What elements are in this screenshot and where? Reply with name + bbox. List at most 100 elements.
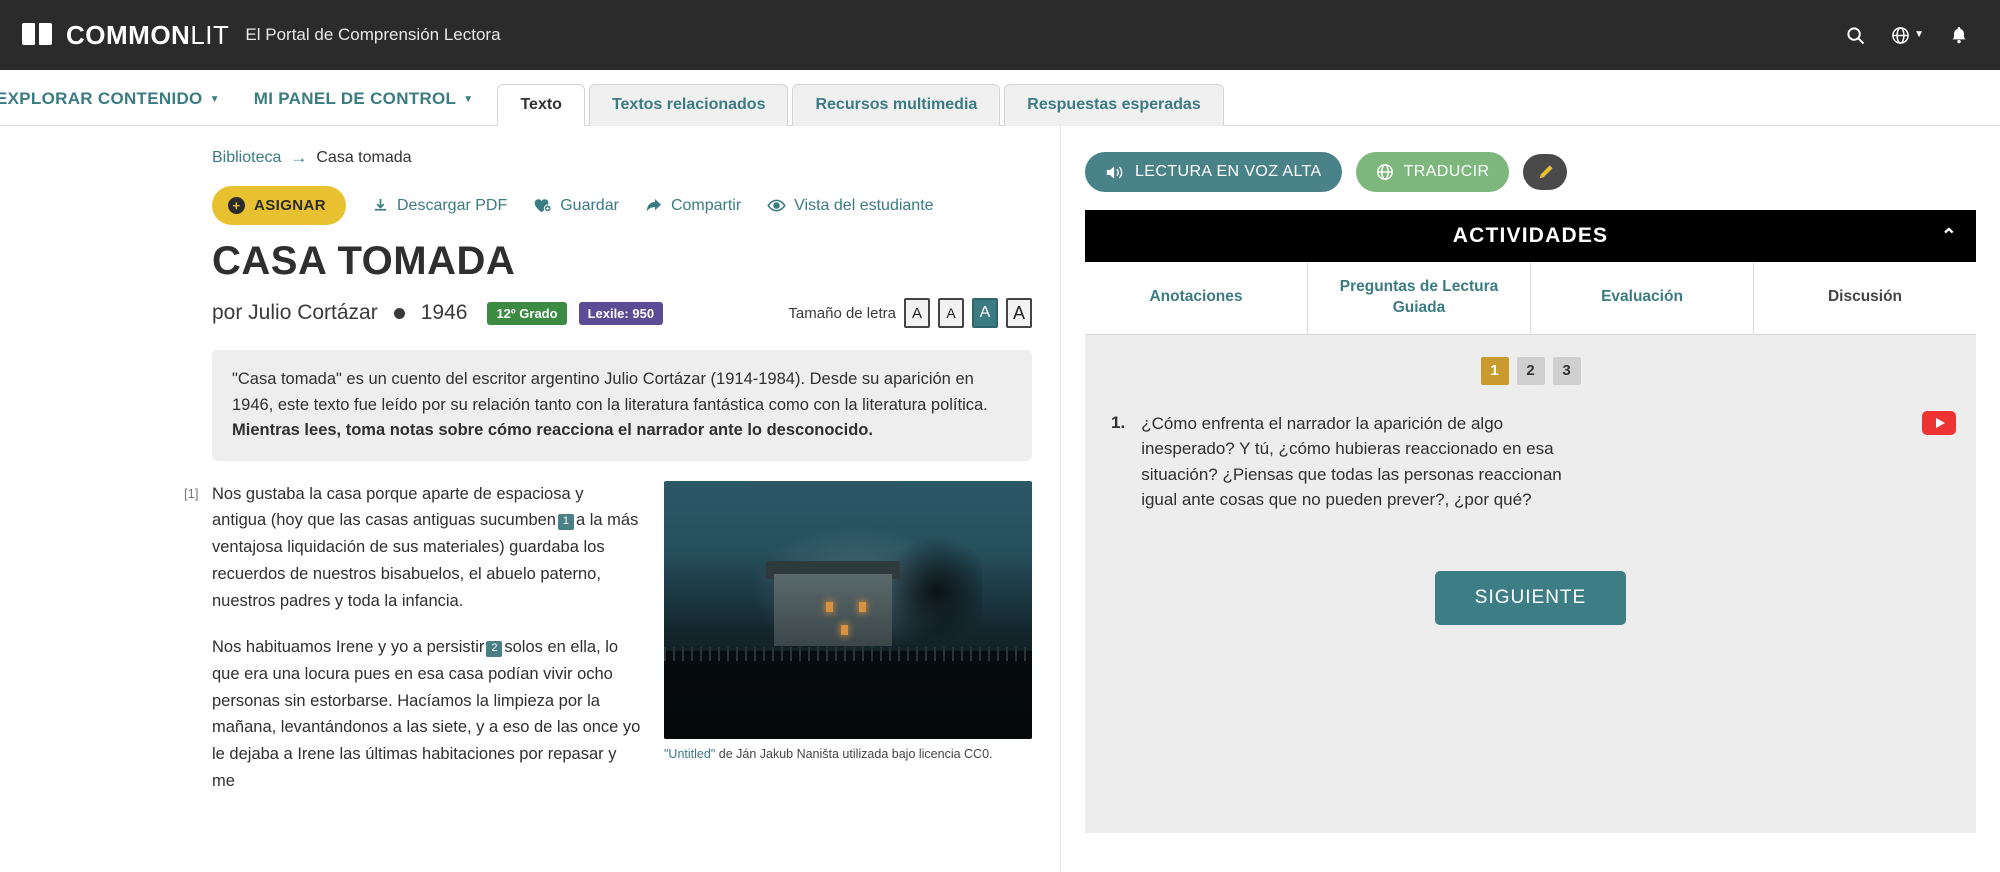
header-actions: ▼: [1846, 25, 1978, 45]
tab-evaluacion[interactable]: Evaluación: [1531, 262, 1754, 334]
read-aloud-button[interactable]: LECTURA EN VOZ ALTA: [1085, 152, 1342, 192]
student-view-label: Vista del estudiante: [794, 196, 934, 214]
assign-button[interactable]: + ASIGNAR: [212, 186, 346, 225]
font-size-l-button[interactable]: A: [1006, 298, 1032, 328]
annotation-marker-2[interactable]: 2: [486, 641, 503, 658]
article-meta: por Julio Cortázar 1946 12º Grado Lexile…: [212, 298, 1032, 328]
logo-text: COMMONLIT: [66, 20, 229, 51]
grade-badge: 12º Grado: [487, 301, 567, 325]
font-size-m-button[interactable]: A: [972, 298, 998, 328]
globe-icon[interactable]: ▼: [1891, 26, 1924, 45]
nav-mi-panel-control[interactable]: MI PANEL DE CONTROL ▼: [254, 89, 474, 109]
next-button[interactable]: SIGUIENTE: [1434, 570, 1627, 625]
breadcrumb-current: Casa tomada: [316, 149, 412, 166]
ground-shape: [664, 650, 1032, 739]
tab-preguntas-lectura-guiada[interactable]: Preguntas de Lectura Guiada: [1308, 262, 1531, 334]
content-area: Biblioteca → Casa tomada + ASIGNAR Desca…: [0, 126, 2000, 872]
download-pdf-button[interactable]: Descargar PDF: [372, 197, 507, 215]
question-pagination: 1 2 3: [1111, 356, 1950, 385]
chevron-down-icon: ▼: [209, 93, 220, 105]
nav-panel-label: MI PANEL DE CONTROL: [253, 89, 457, 108]
intro-text: "Casa tomada" es un cuento del escritor …: [232, 370, 988, 414]
commonlit-logo[interactable]: COMMONLIT: [22, 20, 229, 51]
page-root: COMMONLIT El Portal de Comprensión Lecto…: [0, 0, 2000, 872]
author-byline: por Julio Cortázar: [212, 301, 378, 324]
save-label: Guardar: [560, 196, 619, 214]
chevron-down-icon: ▼: [1914, 29, 1924, 40]
article-actions: + ASIGNAR Descargar PDF Guardar Comparti…: [212, 186, 1032, 225]
publication-year: 1946: [420, 301, 468, 324]
paragraph-number: [1]: [184, 485, 199, 501]
intro-bold-prompt: Mientras lees, toma notas sobre cómo rea…: [232, 421, 873, 440]
font-size-xs-button[interactable]: A: [904, 298, 930, 328]
house-shape: [774, 573, 893, 646]
chevron-up-icon[interactable]: ⌃: [1941, 225, 1958, 248]
nav-explorar-label: EXPLORAR CONTENIDO: [0, 89, 203, 108]
page-title: CASA TOMADA: [212, 239, 516, 283]
chevron-down-icon: ▼: [463, 93, 474, 105]
youtube-play-icon[interactable]: [1922, 410, 1956, 435]
annotation-marker-1[interactable]: 1: [557, 514, 574, 531]
activities-title: ACTIVIDADES: [1452, 224, 1609, 247]
question-number-3[interactable]: 3: [1552, 356, 1581, 385]
activities-header: ACTIVIDADES ⌃: [1085, 210, 1976, 262]
article-body: [1] Nos gustaba la casa porque aparte de…: [184, 480, 1032, 815]
next-button-wrap: SIGUIENTE: [1111, 570, 1950, 625]
open-book-icon: [22, 23, 52, 47]
question-block: 1. ¿Cómo enfrenta el narrador la aparici…: [1111, 410, 1956, 513]
body-paragraphs: [1] Nos gustaba la casa porque aparte de…: [184, 481, 642, 815]
text-panel: Biblioteca → Casa tomada + ASIGNAR Desca…: [0, 126, 1060, 872]
save-button[interactable]: Guardar: [533, 197, 619, 215]
share-button[interactable]: Compartir: [645, 197, 741, 215]
question-text: ¿Cómo enfrenta el narrador la aparición …: [1141, 413, 1562, 510]
bell-icon[interactable]: [1950, 25, 1968, 45]
activity-content: 1 2 3 1. ¿Cómo enfrenta el narrador la a…: [1085, 334, 1976, 833]
paragraph-2-text-a: Nos habituamos Irene y yo a persistir: [212, 638, 485, 657]
paragraph-1: [1] Nos gustaba la casa porque aparte de…: [184, 481, 642, 615]
tab-discusion[interactable]: Discusión: [1754, 262, 1976, 334]
top-header-bar: COMMONLIT El Portal de Comprensión Lecto…: [0, 0, 2000, 70]
tab-recursos-multimedia[interactable]: Recursos multimedia: [792, 84, 1001, 126]
tab-anotaciones[interactable]: Anotaciones: [1085, 262, 1308, 334]
plus-circle-icon: +: [228, 197, 245, 214]
main-navigation: EXPLORAR CONTENIDO ▼ MI PANEL DE CONTROL…: [0, 70, 2000, 126]
separator-dot-icon: [393, 307, 405, 319]
article-figure: "Untitled" de Ján Jakub Naništa utilizad…: [664, 480, 1032, 815]
question-number-2[interactable]: 2: [1516, 356, 1545, 385]
translate-label: TRADUCIR: [1403, 163, 1490, 180]
font-size-control: Tamaño de letra A A A A: [788, 298, 1032, 328]
assign-label: ASIGNAR: [254, 197, 326, 214]
image-caption: "Untitled" de Ján Jakub Naništa utilizad…: [664, 746, 1032, 764]
breadcrumb: Biblioteca → Casa tomada: [212, 148, 1032, 168]
logo-common: COMMON: [66, 19, 191, 50]
paragraph-2-text-b: solos en ella, lo que era una locura pue…: [212, 638, 641, 790]
highlighter-icon[interactable]: [1523, 154, 1568, 190]
activities-panel: LECTURA EN VOZ ALTA TRADUCIR ACTIVIDADES…: [1060, 126, 2000, 872]
tab-textos-relacionados[interactable]: Textos relacionados: [588, 84, 789, 126]
paragraph-2: Nos habituamos Irene y yo a persistir 2 so…: [212, 634, 642, 794]
fence-shape: [664, 647, 1032, 662]
article-image: [664, 480, 1032, 739]
site-tagline: El Portal de Comprensión Lectora: [245, 25, 501, 44]
font-size-s-button[interactable]: A: [938, 298, 964, 328]
tab-texto[interactable]: Texto: [497, 84, 585, 126]
tab-respuestas-esperadas[interactable]: Respuestas esperadas: [1004, 84, 1224, 126]
download-pdf-label: Descargar PDF: [396, 196, 508, 214]
content-tabs: Texto Textos relacionados Recursos multi…: [497, 83, 1224, 126]
font-size-label: Tamaño de letra: [788, 304, 896, 322]
activity-tabs: Anotaciones Preguntas de Lectura Guiada …: [1085, 262, 1976, 335]
paragraph-1-text-a: Nos gustaba la casa porque aparte de esp…: [212, 484, 584, 530]
logo-lit: LIT: [190, 19, 230, 50]
lexile-badge: Lexile: 950: [578, 301, 664, 325]
article-introduction: "Casa tomada" es un cuento del escritor …: [212, 350, 1032, 461]
tree-shape: [892, 537, 983, 658]
image-caption-link[interactable]: "Untitled": [664, 747, 715, 761]
student-view-button[interactable]: Vista del estudiante: [767, 196, 934, 215]
search-icon[interactable]: [1846, 26, 1865, 45]
question-number-1[interactable]: 1: [1480, 356, 1509, 385]
breadcrumb-biblioteca[interactable]: Biblioteca: [212, 149, 281, 167]
nav-explorar-contenido[interactable]: EXPLORAR CONTENIDO ▼: [0, 89, 220, 109]
reading-tools: LECTURA EN VOZ ALTA TRADUCIR: [1085, 152, 1976, 192]
share-label: Compartir: [670, 196, 742, 214]
translate-button[interactable]: TRADUCIR: [1355, 152, 1510, 192]
